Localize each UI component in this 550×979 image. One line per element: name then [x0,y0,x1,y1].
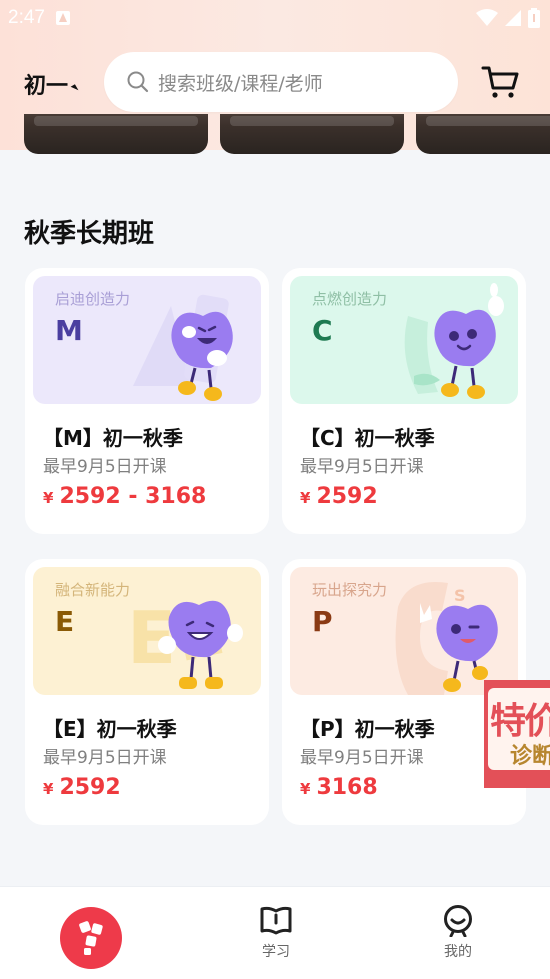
course-price: ¥ 2592 [300,484,378,509]
mascot-illustration: E N [127,596,243,689]
course-letter: M [55,314,83,347]
header: 初一 搜索班级/课程/老师 [0,50,550,114]
nav-study-label: 学习 [262,944,290,960]
cart-icon [481,66,519,98]
caret-down-icon [70,83,79,93]
grade-label: 初一 [24,74,69,99]
course-letter: P [312,605,333,638]
nav-mine[interactable]: 我的 [428,905,488,971]
svg-text:S: S [454,586,466,605]
mascot-illustration [133,294,233,401]
currency-symbol: ¥ [300,780,311,798]
status-bar: 2:47 [0,0,550,36]
course-start-date: 最早9月5日开课 [43,457,167,477]
course-start-date: 最早9月5日开课 [300,748,424,768]
book-icon [260,906,292,935]
course-hero: E N 融合新能力 E [33,567,261,695]
mascot-illustration [404,283,504,399]
course-hero: 启迪创造力 M [33,276,261,404]
currency-symbol: ¥ [43,489,54,507]
notification-icon [55,11,70,25]
section-title: 秋季长期班 [24,219,155,249]
wifi-icon [476,9,498,26]
nav-study[interactable]: 学习 [246,905,306,971]
cart-button[interactable] [480,64,520,100]
course-tagline: 玩出探究力 [312,581,388,599]
course-tagline: 点燃创造力 [312,290,388,308]
price-value: 2592 [316,484,378,509]
mascot-illustration: S [395,582,498,695]
signal-icon [505,10,521,26]
course-title: 【M】初一秋季 [43,426,183,450]
course-card-m[interactable]: 启迪创造力 M 【M】初一秋季 最早9月5日开课 ¥ 2592 - 3168 [25,268,269,534]
price-value: 3168 [316,775,378,800]
promo-floating-badge[interactable]: 特价 诊断 [484,680,550,788]
price-value: 2592 - 3168 [59,484,207,509]
banner-card[interactable] [416,114,550,154]
search-placeholder: 搜索班级/课程/老师 [158,72,323,95]
promo-panel: 特价 诊断 [488,688,550,770]
course-price: ¥ 2592 - 3168 [43,484,206,509]
currency-symbol: ¥ [300,489,311,507]
bottom-navigation: 学习 我的 [0,886,550,979]
profile-face-icon [444,905,472,937]
price-value: 2592 [59,775,121,800]
currency-symbol: ¥ [43,780,54,798]
course-start-date: 最早9月5日开课 [300,457,424,477]
course-letter: C [312,314,333,347]
course-card-c[interactable]: 点燃创造力 C 【C】初一秋季 最早9月5日开课 ¥ 2592 [282,268,526,534]
course-price: ¥ 2592 [43,775,121,800]
course-title: 【C】初一秋季 [300,426,435,450]
nav-home-button[interactable] [60,907,122,969]
course-hero: S 玩出探究力 P [290,567,518,695]
course-price: ¥ 3168 [300,775,378,800]
home-logo-icon [79,921,103,955]
search-icon [127,71,149,93]
promo-headline: 特价 [490,701,550,742]
banner-card[interactable] [220,114,404,154]
promo-subtext: 诊断 [510,744,550,769]
grade-selector[interactable]: 初一 [24,68,79,100]
banner-card[interactable] [24,114,208,154]
course-tagline: 融合新能力 [55,581,131,599]
banner-carousel[interactable] [0,114,550,156]
course-card-e[interactable]: E N 融合新能力 E 【E】初一秋季 最早9月5日开课 ¥ 2592 [25,559,269,825]
course-start-date: 最早9月5日开课 [43,748,167,768]
status-time: 2:47 [8,7,45,28]
course-letter: E [55,605,75,638]
course-tagline: 启迪创造力 [55,290,131,308]
course-hero: 点燃创造力 C [290,276,518,404]
course-title: 【P】初一秋季 [300,717,435,741]
nav-mine-label: 我的 [444,944,472,960]
course-title: 【E】初一秋季 [43,717,177,741]
search-input[interactable]: 搜索班级/课程/老师 [104,52,458,112]
battery-icon [528,8,540,28]
